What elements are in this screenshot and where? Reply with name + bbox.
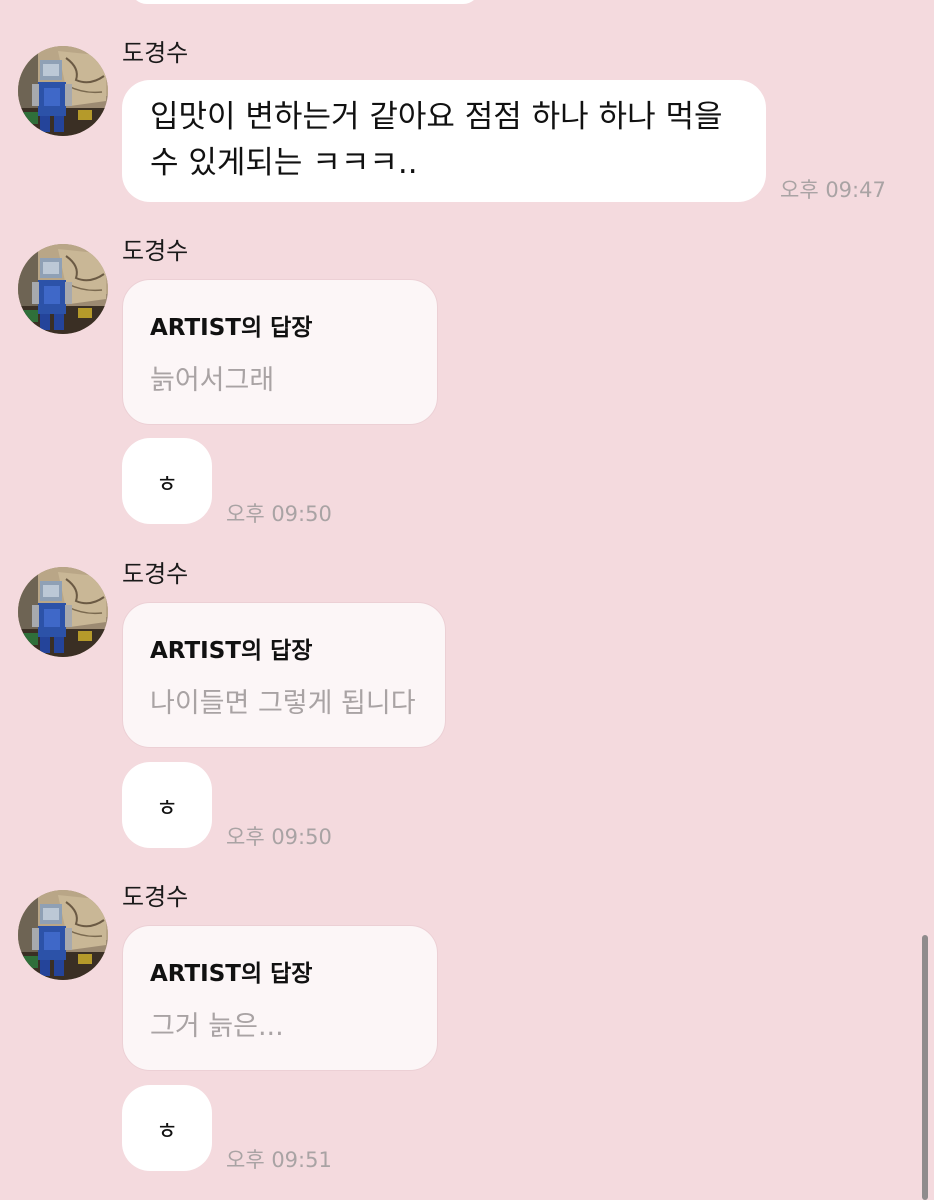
avatar-robot-image xyxy=(18,46,108,136)
reply-title: ARTIST의 답장 xyxy=(150,315,313,341)
message-bubble[interactable]: ㅎ xyxy=(122,438,212,524)
message-text-line: 수 있게되는 ㅋㅋㅋ.. xyxy=(150,145,418,181)
reply-title: ARTIST의 답장 xyxy=(150,638,313,664)
sender-name: 도경수 xyxy=(122,883,189,911)
message-text: ㅎ xyxy=(155,794,179,822)
avatar[interactable] xyxy=(18,890,108,980)
sender-name: 도경수 xyxy=(122,39,189,67)
timestamp: 오후 09:51 xyxy=(226,1148,332,1172)
message-text: ㅎ xyxy=(155,1117,179,1145)
artist-reply-card[interactable]: ARTIST의 답장 늙어서그래 xyxy=(122,279,438,425)
sender-name: 도경수 xyxy=(122,237,189,265)
avatar[interactable] xyxy=(18,244,108,334)
message-text: 입맛이 변하는거 같아요 점점 하나 하나 먹을 수 있게되는 ㅋㅋㅋ.. xyxy=(150,94,722,186)
message-text: ㅎ xyxy=(155,470,179,498)
artist-reply-card[interactable]: ARTIST의 답장 그거 늙은... xyxy=(122,925,438,1071)
artist-reply-card[interactable]: ARTIST의 답장 나이들면 그렇게 됩니다 xyxy=(122,602,446,748)
reply-text: 늙어서그래 xyxy=(150,365,275,396)
message-bubble[interactable]: 입맛이 변하는거 같아요 점점 하나 하나 먹을 수 있게되는 ㅋㅋㅋ.. xyxy=(122,80,766,202)
avatar[interactable] xyxy=(18,567,108,657)
timestamp: 오후 09:50 xyxy=(226,825,332,849)
reply-text: 그거 늙은... xyxy=(150,1011,284,1042)
previous-message-bubble xyxy=(130,0,480,4)
timestamp: 오후 09:50 xyxy=(226,502,332,526)
reply-title: ARTIST의 답장 xyxy=(150,961,313,987)
timestamp: 오후 09:47 xyxy=(780,178,886,202)
scrollbar[interactable] xyxy=(922,935,928,1200)
avatar-robot-image xyxy=(18,567,108,657)
avatar[interactable] xyxy=(18,46,108,136)
reply-text: 나이들면 그렇게 됩니다 xyxy=(150,688,416,719)
avatar-robot-image xyxy=(18,244,108,334)
sender-name: 도경수 xyxy=(122,560,189,588)
message-text-line: 입맛이 변하는거 같아요 점점 하나 하나 먹을 xyxy=(150,99,723,135)
message-bubble[interactable]: ㅎ xyxy=(122,762,212,848)
avatar-robot-image xyxy=(18,890,108,980)
message-bubble[interactable]: ㅎ xyxy=(122,1085,212,1171)
